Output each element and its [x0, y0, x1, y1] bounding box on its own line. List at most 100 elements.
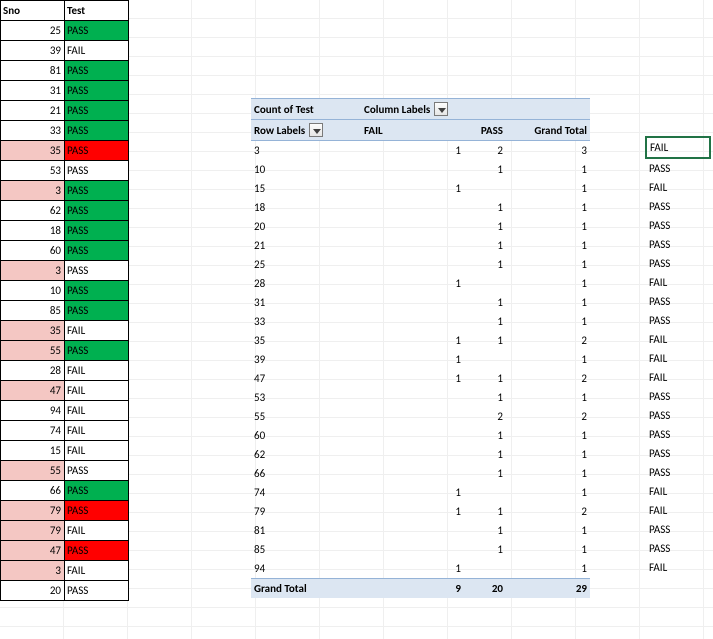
- cell-sno[interactable]: 10: [1, 281, 65, 301]
- pivot-cell-grandtotal[interactable]: 1: [506, 236, 590, 255]
- pivot-cell-fail[interactable]: 1: [361, 141, 464, 161]
- pivot-rowlabel[interactable]: 28: [251, 274, 361, 293]
- cell-sno[interactable]: 33: [1, 121, 65, 141]
- cell-sno[interactable]: 35: [1, 141, 65, 161]
- pivot-cell-pass[interactable]: 1: [464, 521, 506, 540]
- pivot-col-pass[interactable]: PASS: [464, 120, 506, 141]
- pivot-rowlabel[interactable]: 21: [251, 236, 361, 255]
- cell-test[interactable]: PASS: [65, 161, 129, 181]
- pivot-cell-pass[interactable]: 1: [464, 255, 506, 274]
- cell-sno[interactable]: 31: [1, 81, 65, 101]
- pivot-cell-pass[interactable]: 1: [464, 426, 506, 445]
- pivot-rowlabel[interactable]: 15: [251, 179, 361, 198]
- right-cell[interactable]: PASS: [646, 520, 710, 539]
- pivot-cell-fail[interactable]: 1: [361, 502, 464, 521]
- pivot-cell-pass[interactable]: 2: [464, 407, 506, 426]
- pivot-count-label[interactable]: Count of Test: [251, 99, 361, 120]
- pivot-cell-grandtotal[interactable]: 1: [506, 179, 590, 198]
- cell-test[interactable]: PASS: [65, 101, 129, 121]
- active-cell[interactable]: FAIL: [646, 137, 710, 158]
- cell-sno[interactable]: 28: [1, 361, 65, 381]
- pivot-cell-fail[interactable]: [361, 388, 464, 407]
- pivot-cell-fail[interactable]: 1: [361, 369, 464, 388]
- pivot-cell-pass[interactable]: 1: [464, 217, 506, 236]
- right-cell[interactable]: FAIL: [646, 558, 710, 577]
- cell-sno[interactable]: 3: [1, 181, 65, 201]
- pivot-cell-pass[interactable]: 1: [464, 312, 506, 331]
- cell-sno[interactable]: 18: [1, 221, 65, 241]
- cell-sno[interactable]: 79: [1, 521, 65, 541]
- pivot-rowlabel[interactable]: 53: [251, 388, 361, 407]
- pivot-cell-grandtotal[interactable]: 1: [506, 426, 590, 445]
- right-cell[interactable]: PASS: [646, 216, 710, 235]
- right-cell[interactable]: PASS: [646, 158, 710, 178]
- right-cell[interactable]: FAIL: [646, 482, 710, 501]
- pivot-total-pass[interactable]: 20: [464, 579, 506, 599]
- cell-test[interactable]: PASS: [65, 281, 129, 301]
- cell-test[interactable]: FAIL: [65, 321, 129, 341]
- right-cell[interactable]: PASS: [646, 387, 710, 406]
- right-cell[interactable]: PASS: [646, 406, 710, 425]
- cell-sno[interactable]: 55: [1, 341, 65, 361]
- pivot-cell-fail[interactable]: [361, 293, 464, 312]
- pivot-cell-pass[interactable]: 1: [464, 464, 506, 483]
- cell-sno[interactable]: 53: [1, 161, 65, 181]
- header-test[interactable]: Test: [65, 1, 129, 21]
- pivot-cell-pass[interactable]: 1: [464, 388, 506, 407]
- cell-sno[interactable]: 85: [1, 301, 65, 321]
- pivot-cell-pass[interactable]: [464, 483, 506, 502]
- cell-test[interactable]: PASS: [65, 221, 129, 241]
- cell-sno[interactable]: 39: [1, 41, 65, 61]
- right-cell[interactable]: PASS: [646, 292, 710, 311]
- pivot-cell-fail[interactable]: [361, 540, 464, 559]
- cell-sno[interactable]: 79: [1, 501, 65, 521]
- pivot-cell-grandtotal[interactable]: 1: [506, 312, 590, 331]
- pivot-rowlabel[interactable]: 18: [251, 198, 361, 217]
- pivot-col-grandtotal[interactable]: Grand Total: [506, 120, 590, 141]
- pivot-total-grand[interactable]: 29: [506, 579, 590, 599]
- pivot-rowlabel[interactable]: 81: [251, 521, 361, 540]
- right-cell[interactable]: FAIL: [646, 501, 710, 520]
- pivot-cell-grandtotal[interactable]: 1: [506, 521, 590, 540]
- pivot-rowlabel[interactable]: 55: [251, 407, 361, 426]
- cell-test[interactable]: FAIL: [65, 41, 129, 61]
- cell-test[interactable]: PASS: [65, 121, 129, 141]
- cell-sno[interactable]: 62: [1, 201, 65, 221]
- pivot-rowlabel[interactable]: 39: [251, 350, 361, 369]
- right-cell[interactable]: FAIL: [646, 273, 710, 292]
- pivot-cell-pass[interactable]: 2: [464, 141, 506, 161]
- pivot-rowlabel[interactable]: 85: [251, 540, 361, 559]
- pivot-cell-pass[interactable]: 1: [464, 540, 506, 559]
- cell-test[interactable]: PASS: [65, 181, 129, 201]
- cell-test[interactable]: FAIL: [65, 561, 129, 581]
- pivot-cell-fail[interactable]: [361, 426, 464, 445]
- pivot-cell-grandtotal[interactable]: 1: [506, 255, 590, 274]
- pivot-rowlabel[interactable]: 20: [251, 217, 361, 236]
- pivot-cell-grandtotal[interactable]: 1: [506, 445, 590, 464]
- cell-test[interactable]: PASS: [65, 81, 129, 101]
- cell-test[interactable]: PASS: [65, 241, 129, 261]
- cell-sno[interactable]: 3: [1, 261, 65, 281]
- cell-test[interactable]: PASS: [65, 341, 129, 361]
- cell-sno[interactable]: 55: [1, 461, 65, 481]
- right-cell[interactable]: PASS: [646, 425, 710, 444]
- pivot-total-fail[interactable]: 9: [361, 579, 464, 599]
- cell-test[interactable]: FAIL: [65, 361, 129, 381]
- pivot-cell-fail[interactable]: [361, 236, 464, 255]
- pivot-cell-fail[interactable]: [361, 217, 464, 236]
- pivot-cell-fail[interactable]: 1: [361, 559, 464, 579]
- pivot-cell-fail[interactable]: 1: [361, 274, 464, 293]
- pivot-cell-pass[interactable]: 1: [464, 502, 506, 521]
- pivot-cell-grandtotal[interactable]: 1: [506, 217, 590, 236]
- cell-test[interactable]: PASS: [65, 141, 129, 161]
- dropdown-icon[interactable]: [434, 102, 448, 116]
- pivot-cell-fail[interactable]: [361, 160, 464, 179]
- pivot-cell-fail[interactable]: [361, 312, 464, 331]
- right-cell[interactable]: FAIL: [646, 368, 710, 387]
- pivot-cell-fail[interactable]: 1: [361, 179, 464, 198]
- right-cell[interactable]: PASS: [646, 539, 710, 558]
- cell-test[interactable]: FAIL: [65, 441, 129, 461]
- cell-test[interactable]: PASS: [65, 301, 129, 321]
- pivot-cell-pass[interactable]: 1: [464, 293, 506, 312]
- cell-sno[interactable]: 25: [1, 21, 65, 41]
